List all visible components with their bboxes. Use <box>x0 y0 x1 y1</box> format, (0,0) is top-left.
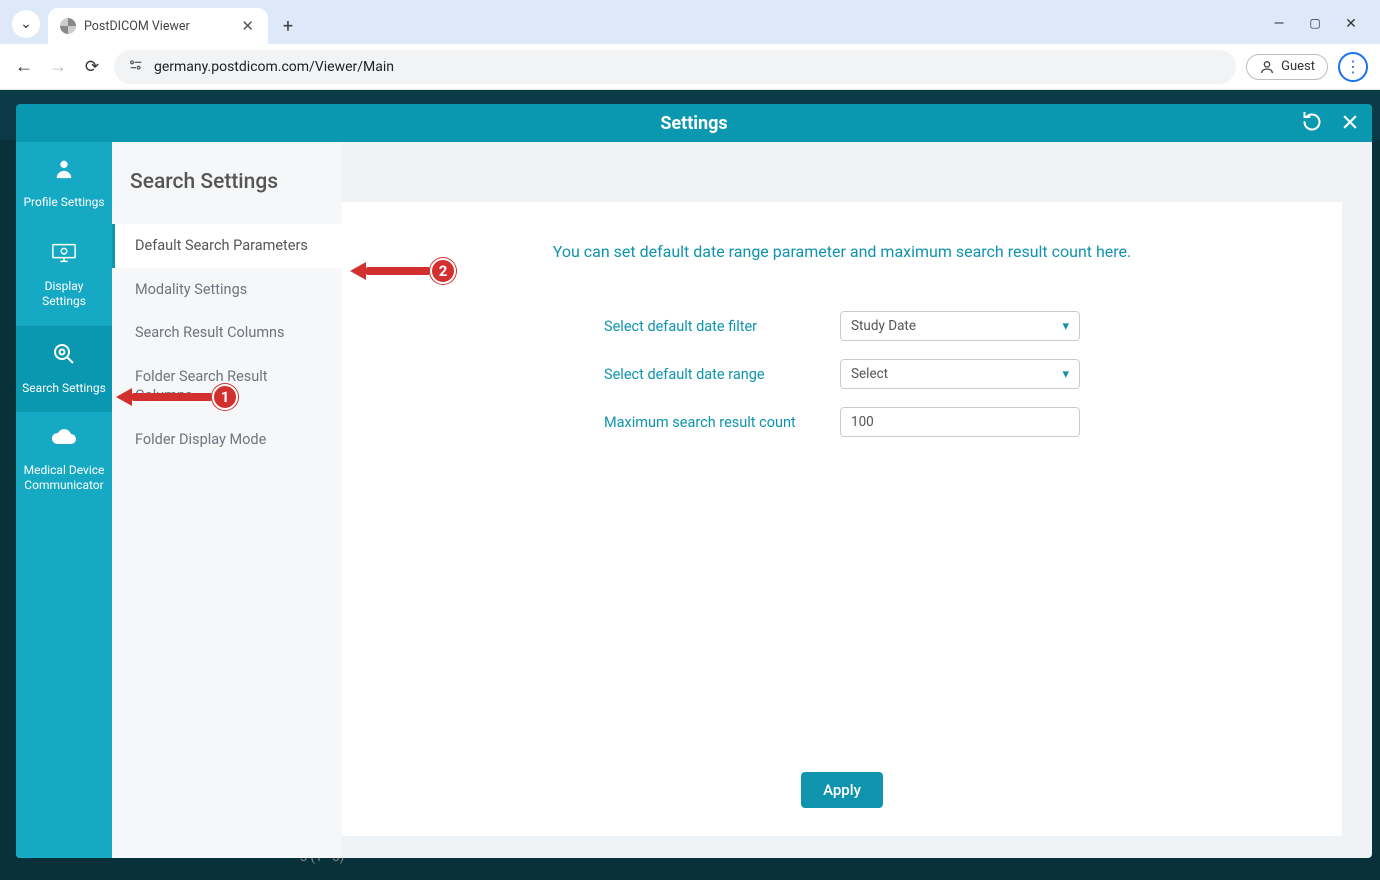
label-max-result-count: Maximum search result count <box>604 414 814 431</box>
sidebar-item-display-settings[interactable]: Display Settings <box>16 226 112 326</box>
address-text: germany.postdicom.com/Viewer/Main <box>154 59 394 75</box>
window-close-icon[interactable]: ✕ <box>1344 16 1358 32</box>
label-default-date-range: Select default date range <box>604 366 814 383</box>
sub-item-modality-settings[interactable]: Modality Settings <box>112 268 342 312</box>
modal-close-icon[interactable] <box>1338 110 1362 134</box>
sub-item-folder-display-mode[interactable]: Folder Display Mode <box>112 418 342 462</box>
sidebar-item-medical-device-communicator[interactable]: Medical Device Communicator <box>16 412 112 510</box>
input-max-result-count-wrapper <box>840 407 1080 437</box>
modal-title: Settings <box>660 113 727 134</box>
settings-sub-sidebar: Search Settings Default Search Parameter… <box>112 142 342 858</box>
address-bar[interactable]: germany.postdicom.com/Viewer/Main <box>114 50 1236 84</box>
modal-header: Settings <box>16 104 1372 142</box>
tab-search-dropdown[interactable]: ⌄ <box>12 10 40 38</box>
sub-item-default-search-parameters[interactable]: Default Search Parameters <box>112 224 342 268</box>
apply-button-label: Apply <box>823 781 861 799</box>
sub-item-label: Search Result Columns <box>135 324 285 341</box>
panel-description: You can set default date range parameter… <box>553 242 1132 261</box>
settings-modal: Settings Profile Settings <box>16 104 1372 858</box>
sub-sidebar-title: Search Settings <box>112 170 342 224</box>
sub-item-label: Modality Settings <box>135 281 247 298</box>
sub-item-folder-search-result-columns[interactable]: Folder Search Result Columns <box>112 355 342 418</box>
browser-toolbar: ← → ⟳ germany.postdicom.com/Viewer/Main … <box>0 44 1380 90</box>
tab-close-icon[interactable]: ✕ <box>239 17 256 35</box>
sub-item-label: Default Search Parameters <box>135 237 308 254</box>
profile-chip[interactable]: Guest <box>1246 54 1328 80</box>
select-default-date-range[interactable]: Select ▾ <box>840 359 1080 389</box>
sidebar-item-profile-settings[interactable]: Profile Settings <box>16 142 112 226</box>
select-value: Study Date <box>851 318 916 334</box>
profile-chip-label: Guest <box>1281 59 1315 74</box>
settings-content-panel: You can set default date range parameter… <box>342 202 1342 836</box>
row-maximum-result-count: Maximum search result count <box>604 407 1080 437</box>
sidebar-item-label: Profile Settings <box>23 195 104 209</box>
window-maximize-icon[interactable]: ▢ <box>1308 16 1322 32</box>
window-minimize-icon[interactable]: — <box>1272 16 1286 32</box>
sidebar-item-label: Medical Device Communicator <box>24 463 105 493</box>
app-viewport: postDICOM 3 (1 - 3) Settings <box>0 90 1380 880</box>
browser-titlebar: ⌄ PostDICOM Viewer ✕ + — ▢ ✕ <box>0 0 1380 44</box>
nav-back-icon[interactable]: ← <box>12 56 36 77</box>
chevron-down-icon: ▾ <box>1062 319 1069 334</box>
sidebar-item-label: Search Settings <box>22 381 106 395</box>
cloud-icon <box>22 428 106 457</box>
apply-button[interactable]: Apply <box>801 772 883 808</box>
select-default-date-filter[interactable]: Study Date ▾ <box>840 311 1080 341</box>
chevron-down-icon: ▾ <box>1062 367 1069 382</box>
sidebar-item-label: Display Settings <box>42 279 86 309</box>
row-default-date-range: Select default date range Select ▾ <box>604 359 1080 389</box>
select-value: Select <box>851 366 888 382</box>
sidebar-item-search-settings[interactable]: Search Settings <box>16 326 112 412</box>
window-controls: — ▢ ✕ <box>1272 16 1372 44</box>
modal-refresh-icon[interactable] <box>1300 110 1324 134</box>
sub-item-label: Folder Search Result Columns <box>135 368 268 405</box>
browser-menu-icon[interactable]: ⋮ <box>1338 52 1368 82</box>
site-settings-icon[interactable] <box>128 57 144 77</box>
person-icon <box>22 158 106 189</box>
tab-favicon-icon <box>60 18 76 34</box>
sub-item-search-result-columns[interactable]: Search Result Columns <box>112 311 342 355</box>
input-max-result-count[interactable] <box>851 414 1069 430</box>
new-tab-button[interactable]: + <box>274 12 302 40</box>
tab-title: PostDICOM Viewer <box>84 19 231 34</box>
settings-icon-sidebar: Profile Settings Display Settings Search… <box>16 142 112 858</box>
row-default-date-filter: Select default date filter Study Date ▾ <box>604 311 1080 341</box>
search-gear-icon <box>22 342 106 375</box>
nav-forward-icon: → <box>46 56 70 77</box>
nav-reload-icon[interactable]: ⟳ <box>80 57 104 77</box>
sub-item-label: Folder Display Mode <box>135 431 266 448</box>
label-default-date-filter: Select default date filter <box>604 318 814 335</box>
monitor-gear-icon <box>22 242 106 273</box>
browser-tab[interactable]: PostDICOM Viewer ✕ <box>48 8 268 44</box>
